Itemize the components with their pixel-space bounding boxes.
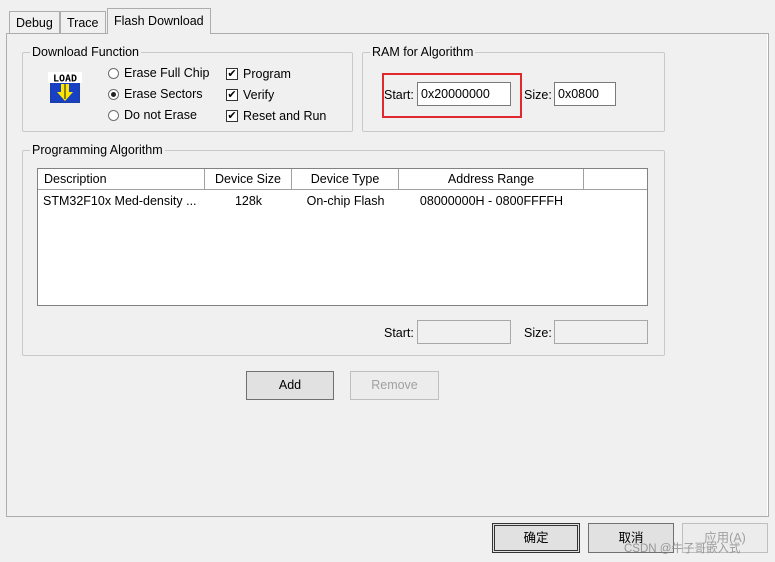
tab-trace[interactable]: Trace [60, 11, 106, 33]
download-function-legend: Download Function [30, 44, 142, 60]
column-header-address-range[interactable]: Address Range [399, 169, 584, 190]
erase-sectors-label: Erase Sectors [124, 87, 203, 101]
tab-flash-download[interactable]: Flash Download [107, 8, 211, 34]
table-cell-device-size[interactable]: 128k [205, 193, 292, 209]
erase-sectors-radio[interactable] [108, 89, 119, 100]
programming-algorithm-legend: Programming Algorithm [30, 142, 165, 158]
table-cell-description[interactable]: STM32F10x Med-density ... [43, 193, 197, 209]
reset-and-run-label: Reset and Run [243, 109, 327, 123]
reset-and-run-checkbox[interactable]: ✔ [226, 110, 238, 122]
ok-button[interactable]: 确定 [492, 523, 580, 553]
do-not-erase-radio[interactable] [108, 110, 119, 121]
table-cell-address-range[interactable]: 08000000H - 0800FFFFH [399, 193, 584, 209]
ram-size-label: Size: [524, 88, 552, 102]
column-header-description[interactable]: Description [38, 169, 205, 190]
table-cell-device-type[interactable]: On-chip Flash [292, 193, 399, 209]
load-icon-text: LOAD [53, 74, 77, 85]
ram-for-algorithm-legend: RAM for Algorithm [370, 44, 476, 60]
column-header-device-type[interactable]: Device Type [292, 169, 399, 190]
add-button[interactable]: Add [246, 371, 334, 400]
algo-start-input[interactable] [417, 320, 511, 344]
erase-full-chip-label: Erase Full Chip [124, 66, 210, 80]
algorithm-list[interactable]: Description Device Size Device Type Addr… [37, 168, 648, 306]
ram-size-input[interactable]: 0x0800 [554, 82, 616, 106]
do-not-erase-label: Do not Erase [124, 108, 197, 122]
erase-full-chip-radio[interactable] [108, 68, 119, 79]
column-header-device-size[interactable]: Device Size [205, 169, 292, 190]
verify-label: Verify [243, 88, 275, 102]
ram-start-input[interactable]: 0x20000000 [417, 82, 511, 106]
algo-start-label: Start: [384, 326, 414, 340]
column-header-empty [584, 169, 647, 190]
panel-edge [767, 34, 768, 516]
tab-debug[interactable]: Debug [9, 11, 60, 33]
algo-size-label: Size: [524, 326, 552, 340]
load-icon: LOAD [48, 72, 82, 104]
ram-start-label: Start: [384, 88, 414, 102]
remove-button[interactable]: Remove [350, 371, 439, 400]
algo-size-input[interactable] [554, 320, 648, 344]
verify-checkbox[interactable]: ✔ [226, 89, 238, 101]
program-checkbox[interactable]: ✔ [226, 68, 238, 80]
program-label: Program [243, 67, 291, 81]
watermark: CSDN @牛子哥嵌入式 [624, 543, 741, 555]
